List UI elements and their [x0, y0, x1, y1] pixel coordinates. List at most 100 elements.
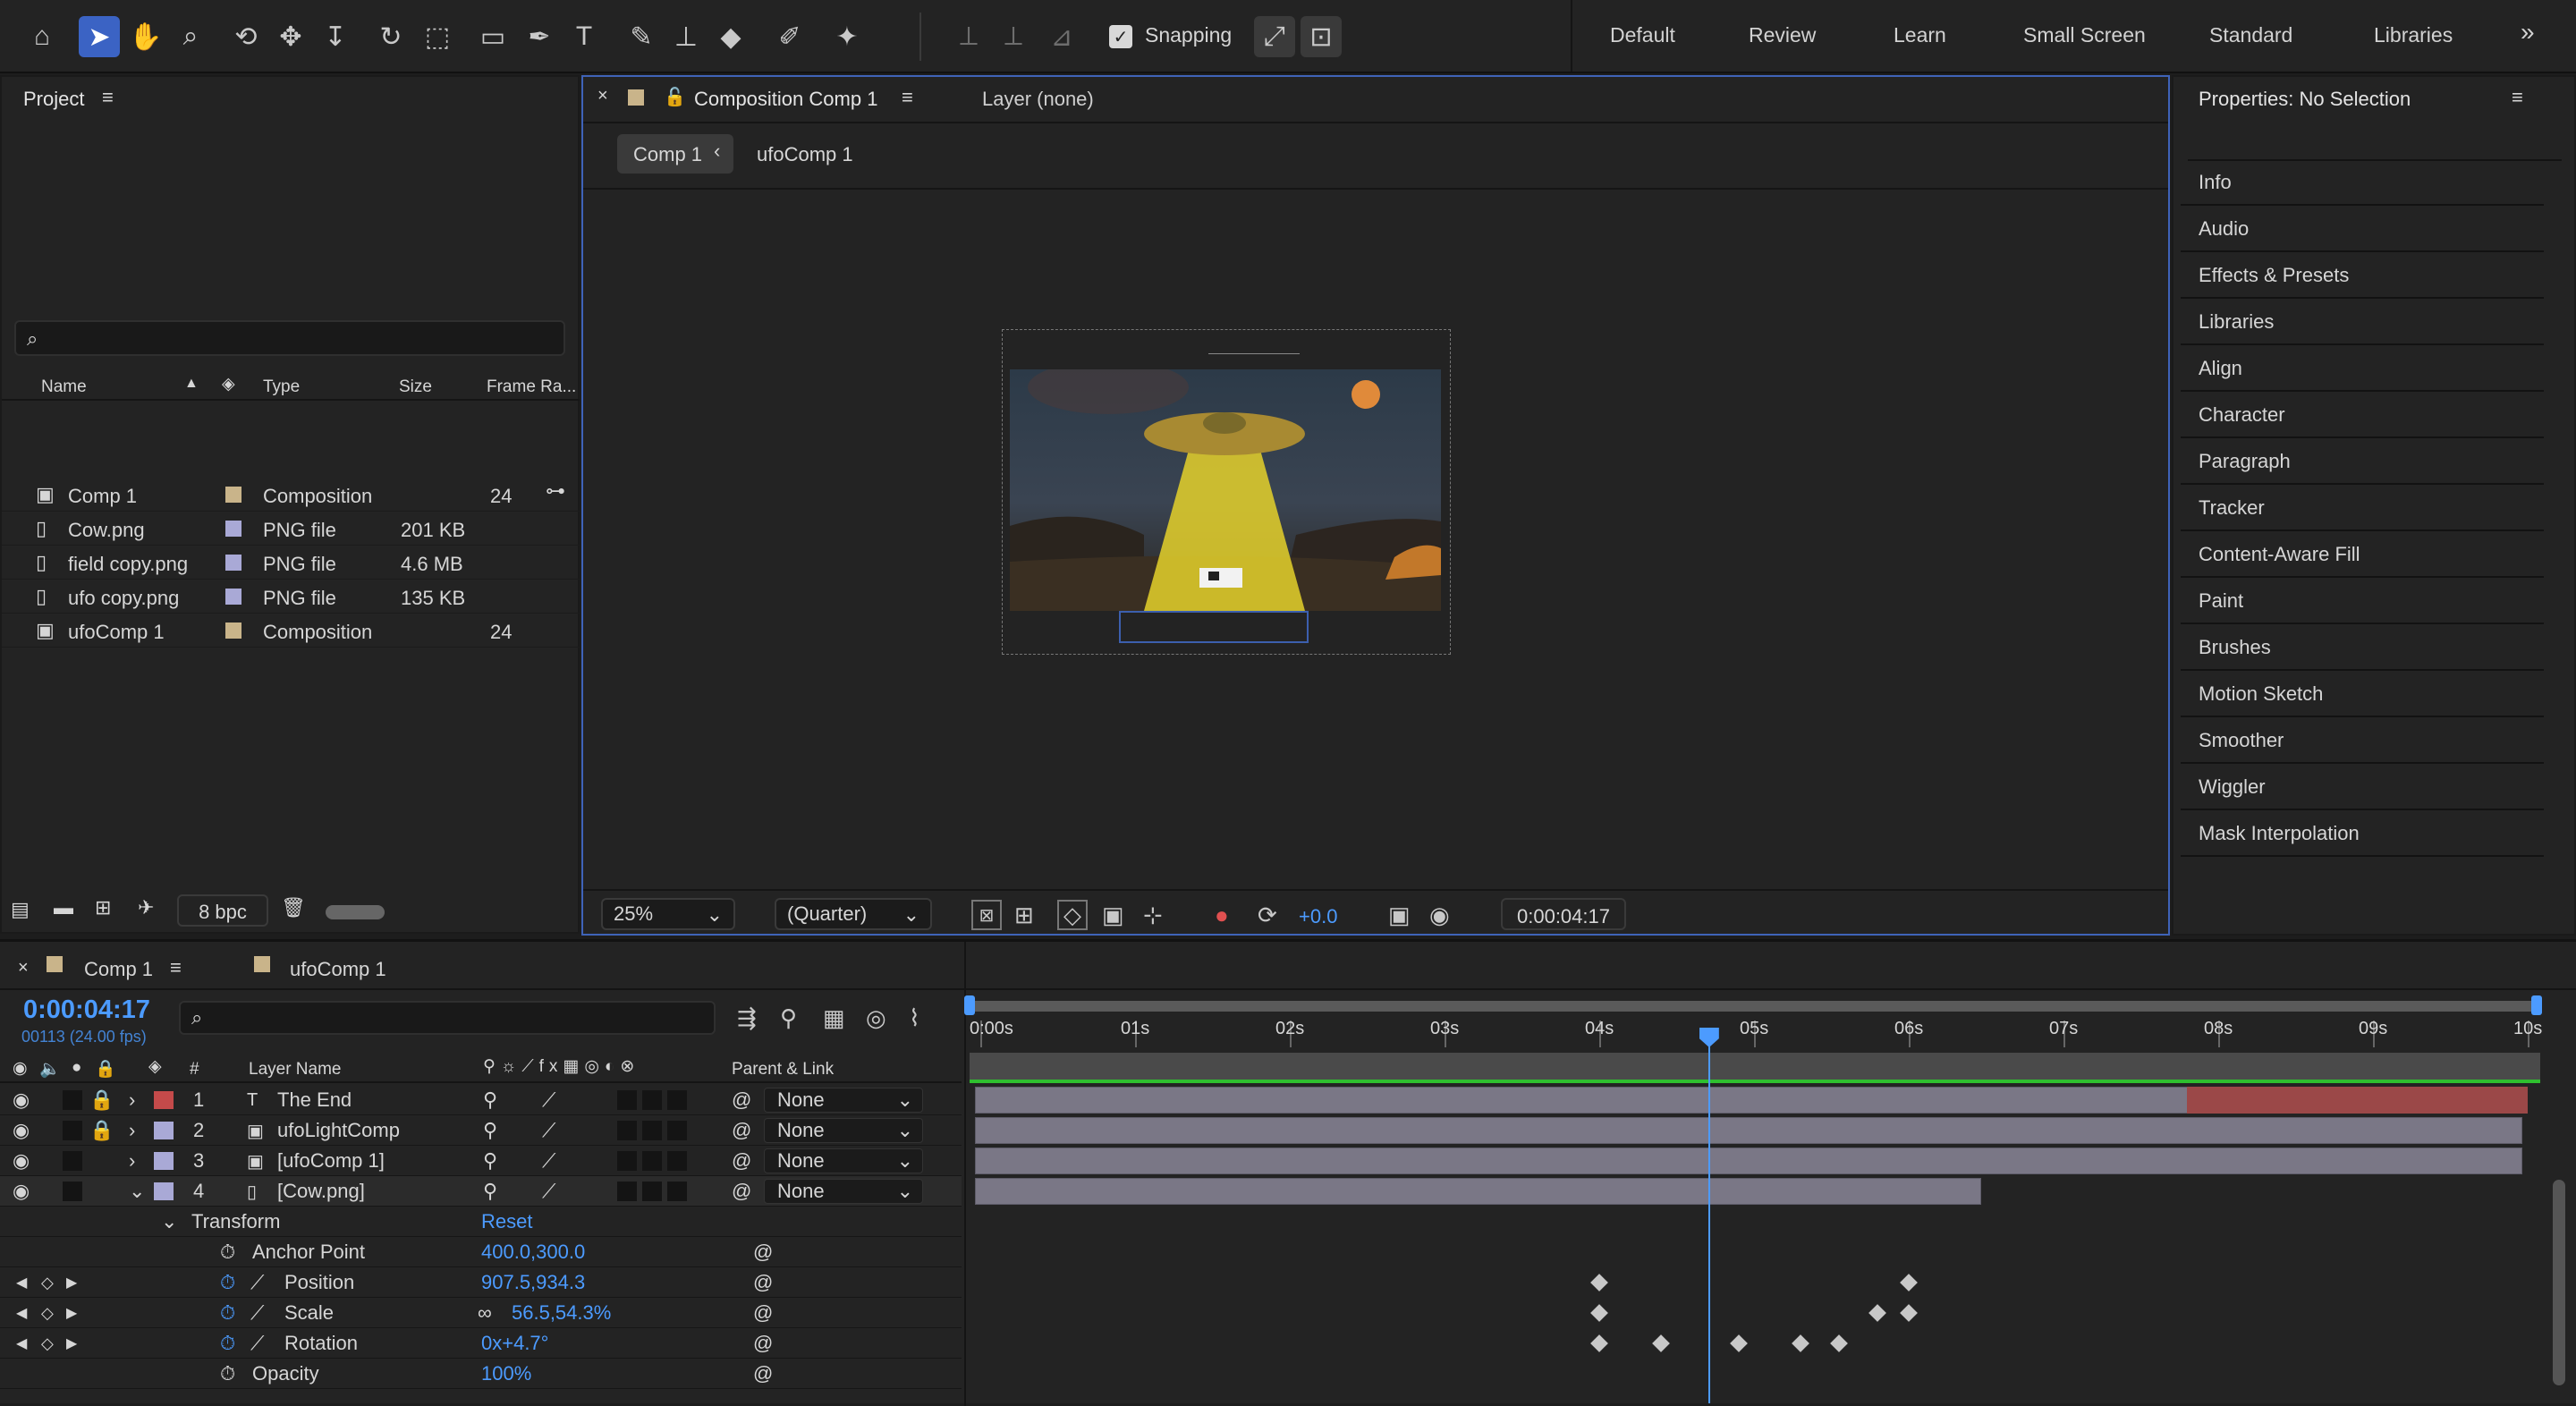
- brush-tool-icon[interactable]: ✎: [621, 16, 662, 57]
- shy-layers-icon[interactable]: ⚲: [780, 1004, 797, 1032]
- parent-dropdown[interactable]: None ⌄: [764, 1179, 923, 1204]
- hand-tool-icon[interactable]: ✋: [125, 16, 166, 57]
- sort-up-icon[interactable]: ▲: [184, 376, 199, 392]
- next-keyframe-icon[interactable]: ▶: [66, 1328, 77, 1359]
- workspace-learn[interactable]: Learn: [1894, 23, 1946, 47]
- keyframe[interactable]: [1868, 1304, 1887, 1322]
- label-color-swatch[interactable]: [225, 555, 242, 571]
- grid-guides-icon[interactable]: ⊹: [1143, 902, 1163, 929]
- col-layer-name[interactable]: Layer Name: [249, 1060, 342, 1080]
- workspace-small-screen[interactable]: Small Screen: [2023, 23, 2146, 47]
- trash-icon[interactable]: 🗑: [281, 896, 306, 919]
- transform-property-row[interactable]: ⏱ Anchor Point 400.0,300.0 @: [0, 1237, 962, 1267]
- prev-keyframe-icon[interactable]: ◀: [16, 1267, 27, 1298]
- col-type[interactable]: Type: [263, 377, 300, 397]
- shy-switch-icon[interactable]: ⚲: [483, 1115, 497, 1146]
- expression-pick-whip-icon[interactable]: @: [753, 1328, 773, 1359]
- transform-group-row[interactable]: ⌄ Transform Reset: [0, 1207, 962, 1237]
- label-color-swatch[interactable]: [154, 1152, 174, 1170]
- switch-box[interactable]: [617, 1151, 637, 1171]
- zoom-dropdown[interactable]: 25% ⌄: [601, 898, 735, 930]
- project-menu-icon[interactable]: ≡: [102, 86, 114, 109]
- properties-item[interactable]: Paragraph: [2181, 440, 2544, 485]
- keyframe[interactable]: [1652, 1334, 1671, 1352]
- label-color-swatch[interactable]: [225, 589, 242, 605]
- label-tag-icon[interactable]: ◈: [222, 374, 235, 394]
- property-value[interactable]: 0x+4.7°: [481, 1328, 548, 1359]
- graph-icon[interactable]: ⟋: [250, 1328, 264, 1359]
- chevron-right-icon[interactable]: ›: [129, 1146, 135, 1176]
- pan-camera-icon[interactable]: ✥: [270, 16, 311, 57]
- new-composition-icon[interactable]: ⊞: [95, 896, 111, 919]
- clone-stamp-icon[interactable]: ⊥: [665, 16, 707, 57]
- label-color-swatch[interactable]: [225, 487, 242, 503]
- workspace-default[interactable]: Default: [1610, 23, 1675, 47]
- project-item[interactable]: ▣ ufoComp 1 Composition 24: [2, 614, 580, 648]
- audio-icon[interactable]: 🔈: [39, 1058, 61, 1080]
- layer-duration-bar[interactable]: [975, 1148, 2522, 1174]
- properties-item[interactable]: Audio: [2181, 208, 2544, 252]
- switch-box[interactable]: [667, 1090, 687, 1110]
- view-axis-icon[interactable]: ⊿: [1041, 16, 1082, 57]
- properties-item[interactable]: Mask Interpolation: [2181, 812, 2544, 857]
- pick-whip-icon[interactable]: @: [732, 1085, 751, 1115]
- solo-icon[interactable]: ●: [72, 1058, 81, 1078]
- add-keyframe-icon[interactable]: ◇: [41, 1267, 54, 1298]
- lock-icon[interactable]: 🔓: [664, 86, 686, 108]
- stopwatch-icon[interactable]: ⏱: [220, 1237, 235, 1267]
- switch-box[interactable]: [642, 1182, 662, 1201]
- keyframe[interactable]: [1791, 1334, 1809, 1352]
- switch-box[interactable]: [667, 1182, 687, 1201]
- layer-row[interactable]: ◉ 🔒 › 1 T The End ⚲ ⟋ @ None ⌄: [0, 1085, 962, 1115]
- layer-duration-bar[interactable]: [975, 1178, 1981, 1205]
- project-item[interactable]: ▣ Comp 1 Composition 24: [2, 478, 580, 512]
- fast-previews-icon[interactable]: ⊠: [971, 900, 1002, 930]
- quality-switch-icon[interactable]: ⟋: [542, 1176, 555, 1207]
- properties-item[interactable]: Info: [2181, 161, 2544, 206]
- project-item[interactable]: ▯ field copy.png PNG file 4.6 MB: [2, 546, 580, 580]
- parent-dropdown[interactable]: None ⌄: [764, 1088, 923, 1113]
- stopwatch-icon[interactable]: ⏱: [220, 1298, 235, 1328]
- keyframe[interactable]: [1729, 1334, 1748, 1352]
- eye-icon[interactable]: ◉: [13, 1058, 28, 1079]
- render-icon[interactable]: ✈: [138, 896, 154, 919]
- show-snapshot-icon[interactable]: ◉: [1429, 902, 1450, 929]
- resolution-dropdown[interactable]: (Quarter) ⌄: [775, 898, 932, 930]
- property-value[interactable]: 400.0,300.0: [481, 1237, 585, 1267]
- property-value[interactable]: 100%: [481, 1359, 531, 1389]
- transparency-grid-icon[interactable]: ⊞: [1014, 902, 1034, 929]
- expression-pick-whip-icon[interactable]: @: [753, 1237, 773, 1267]
- pick-whip-icon[interactable]: @: [732, 1176, 751, 1207]
- layer-row[interactable]: ◉ 🔒 ⌄ 4 ▯ [Cow.png] ⚲ ⟋ @ None⌄: [0, 1176, 962, 1207]
- expression-pick-whip-icon[interactable]: @: [753, 1267, 773, 1298]
- viewer-timecode[interactable]: 0:00:04:17: [1501, 898, 1626, 930]
- workspace-review[interactable]: Review: [1749, 23, 1816, 47]
- timeline-search-input[interactable]: ⌕: [179, 1001, 716, 1035]
- eye-icon[interactable]: ◉: [13, 1176, 30, 1207]
- transform-property-row[interactable]: ◀ ◇ ▶ ⏱ ⟋ Position 907.5,934.3 @: [0, 1267, 962, 1298]
- pick-whip-icon[interactable]: @: [732, 1115, 751, 1146]
- properties-item[interactable]: Paint: [2181, 580, 2544, 624]
- lock-icon[interactable]: 🔒: [95, 1058, 116, 1080]
- switch-box[interactable]: [642, 1151, 662, 1171]
- eye-icon[interactable]: ◉: [13, 1085, 30, 1115]
- next-keyframe-icon[interactable]: ▶: [66, 1267, 77, 1298]
- properties-item[interactable]: Libraries: [2181, 301, 2544, 345]
- pen-tool-icon[interactable]: ✒: [519, 16, 560, 57]
- exposure-value[interactable]: +0.0: [1299, 905, 1337, 928]
- layer-name[interactable]: ufoLightComp: [277, 1115, 400, 1146]
- solo-switch[interactable]: [63, 1151, 82, 1171]
- transform-property-row[interactable]: ◀ ◇ ▶ ⏱ ⟋ Rotation 0x+4.7° @: [0, 1328, 962, 1359]
- property-value[interactable]: 56.5,54.3%: [512, 1298, 611, 1328]
- local-axis-icon[interactable]: ⟂: [948, 16, 989, 57]
- playhead[interactable]: [1699, 1028, 1719, 1403]
- lock-icon[interactable]: 🔒: [89, 1085, 114, 1115]
- properties-item[interactable]: Brushes: [2181, 626, 2544, 671]
- work-area-start-handle[interactable]: [964, 995, 975, 1015]
- eye-icon[interactable]: ◉: [13, 1115, 30, 1146]
- region-of-interest-icon[interactable]: ▣: [1102, 902, 1124, 929]
- stopwatch-icon[interactable]: ⏱: [220, 1267, 235, 1298]
- selection-tool-icon[interactable]: ➤: [79, 16, 120, 57]
- keyframe[interactable]: [1830, 1334, 1849, 1352]
- work-area-end-handle[interactable]: [2531, 995, 2542, 1015]
